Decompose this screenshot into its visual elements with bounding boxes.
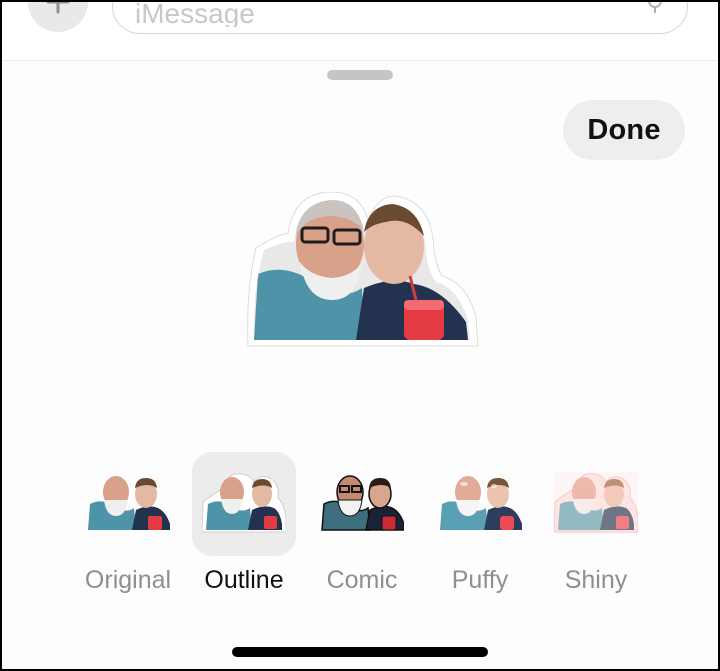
effect-comic[interactable]: Comic [310, 452, 414, 602]
message-field[interactable] [112, 2, 688, 34]
effect-label: Shiny [564, 566, 628, 594]
effect-thumb-tile [428, 452, 532, 556]
sticker-preview[interactable] [246, 192, 482, 352]
effect-outline[interactable]: Outline [192, 452, 296, 602]
effect-shiny-thumb [554, 472, 638, 534]
sheet-grabber[interactable] [327, 70, 393, 80]
effect-puffy-thumb [440, 476, 522, 530]
home-indicator[interactable] [232, 647, 488, 657]
effect-original-thumb [88, 476, 170, 530]
effect-picker: Original Outline Comic Puffy Shiny [2, 452, 718, 602]
effect-original[interactable]: Original [76, 452, 180, 602]
effect-outline-thumb [202, 473, 286, 533]
microphone-icon[interactable] [647, 2, 663, 15]
sticker-editor: Done [2, 2, 718, 669]
add-button[interactable] [28, 2, 88, 32]
compose-bar [2, 2, 718, 61]
message-input[interactable] [135, 2, 615, 27]
effect-comic-thumb [321, 475, 404, 531]
effect-thumb-tile [544, 452, 648, 556]
effect-shiny[interactable]: Shiny [544, 452, 648, 602]
effect-puffy[interactable]: Puffy [428, 452, 532, 602]
effect-thumb-tile [310, 452, 414, 556]
effect-thumb-tile [76, 452, 180, 556]
done-button[interactable]: Done [563, 100, 685, 160]
effect-thumb-tile-selected [192, 452, 296, 556]
plus-icon [46, 2, 70, 14]
